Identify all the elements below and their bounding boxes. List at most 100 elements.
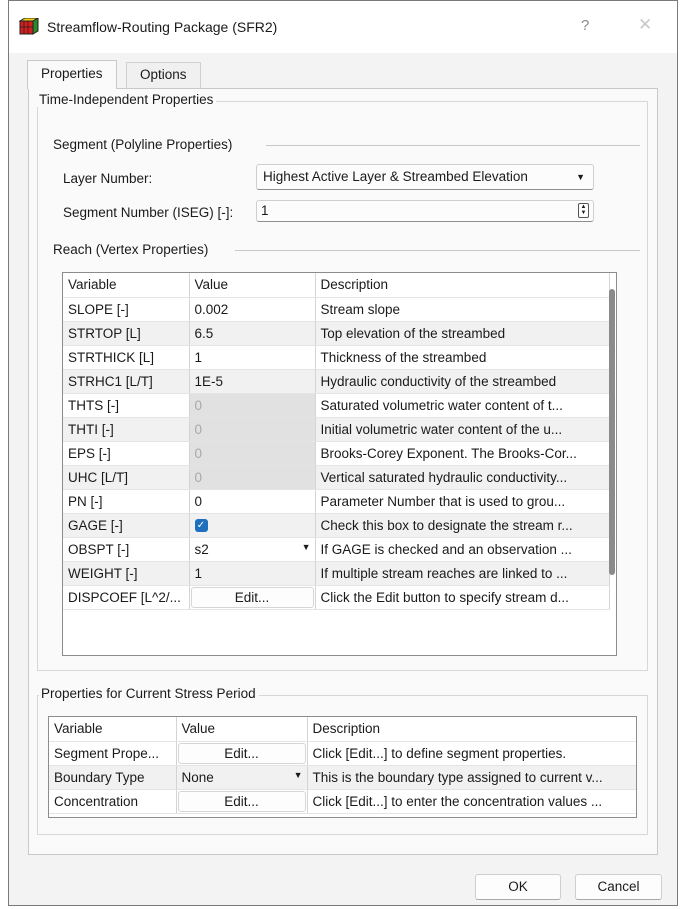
table-row[interactable]: UHC [L/T] 0 Vertical saturated hydraulic… [63, 465, 610, 490]
segment-number-value: 1 [261, 203, 269, 218]
table-row[interactable]: Segment Prope... Edit... Click [Edit...]… [49, 741, 636, 766]
column-header-value[interactable]: Value [176, 717, 308, 742]
time-independent-title: Time-Independent Properties [37, 92, 217, 107]
table-row[interactable]: THTS [-] 0 Saturated volumetric water co… [63, 393, 610, 418]
segment-number-spinbox[interactable]: 1 ▲ ▼ [256, 200, 594, 222]
checkmark-icon[interactable]: ✓ [194, 519, 208, 533]
column-header-description[interactable]: Description [315, 273, 610, 298]
table-row[interactable]: EPS [-] 0 Brooks-Corey Exponent. The Bro… [63, 441, 610, 466]
reach-separator [235, 250, 640, 251]
description-cell: Parameter Number that is used to grou... [315, 489, 610, 514]
ok-button[interactable]: OK [475, 874, 561, 900]
description-cell: Stream slope [315, 297, 610, 322]
description-cell: Check this box to designate the stream r… [315, 513, 610, 538]
tab-options[interactable]: Options [126, 62, 201, 88]
value-cell[interactable]: 0 [189, 489, 316, 514]
variable-cell: DISPCOEF [L^2/... [63, 585, 190, 610]
close-button[interactable]: ✕ [638, 15, 652, 35]
table-row[interactable]: GAGE [-] ✓ Check this box to designate t… [63, 513, 610, 538]
stress-period-table: Variable Value Description Segment Prope… [48, 716, 637, 818]
variable-cell: SLOPE [-] [63, 297, 190, 322]
description-cell: Click the Edit button to specify stream … [315, 585, 610, 610]
value-cell-disabled: 0 [189, 465, 316, 490]
description-cell: Thickness of the streambed [315, 345, 610, 370]
value-cell[interactable]: 1E-5 [189, 369, 316, 394]
value-cell[interactable]: 6.5 [189, 321, 316, 346]
app-icon [19, 18, 39, 35]
description-cell: Saturated volumetric water content of t.… [315, 393, 610, 418]
description-cell: Click [Edit...] to define segment proper… [307, 741, 636, 766]
variable-cell: STRTHICK [L] [63, 345, 190, 370]
value-cell-disabled: 0 [189, 393, 316, 418]
obspt-combo-cell[interactable]: s2 ▼ [189, 537, 316, 562]
obspt-combo-value: s2 [194, 541, 209, 557]
description-cell: Vertical saturated hydraulic conductivit… [315, 465, 610, 490]
table-row[interactable]: Concentration Edit... Click [Edit...] to… [49, 789, 636, 814]
description-cell: Initial volumetric water content of the … [315, 417, 610, 442]
column-header-variable[interactable]: Variable [63, 273, 190, 298]
help-button[interactable]: ? [581, 17, 589, 34]
dispcoef-edit-button[interactable]: Edit... [190, 586, 314, 608]
concentration-edit-button[interactable]: Edit... [177, 790, 306, 812]
segment-number-label: Segment Number (ISEG) [-]: [63, 205, 234, 220]
value-cell-disabled: 0 [189, 417, 316, 442]
concentration-value-cell: Edit... [176, 789, 308, 814]
description-cell: Brooks-Corey Exponent. The Brooks-Cor... [315, 441, 610, 466]
reach-table: Variable Value Description SLOPE [-] 0.0… [62, 272, 617, 656]
boundary-type-cell[interactable]: None ▼ [176, 765, 308, 790]
variable-cell: OBSPT [-] [63, 537, 190, 562]
window-title: Streamflow-Routing Package (SFR2) [47, 19, 278, 35]
boundary-type-combo[interactable]: None ▼ [182, 770, 307, 785]
table-row[interactable]: DISPCOEF [L^2/... Edit... Click the Edit… [63, 585, 610, 610]
variable-cell: STRTOP [L] [63, 321, 190, 346]
variable-cell: PN [-] [63, 489, 190, 514]
value-cell[interactable]: 1 [189, 561, 316, 586]
value-cell[interactable]: 1 [189, 345, 316, 370]
chevron-down-icon: ▼ [293, 769, 303, 780]
layer-number-value: Highest Active Layer & Streambed Elevati… [263, 169, 528, 184]
stress-period-grid: Variable Value Description Segment Prope… [49, 717, 636, 814]
table-row[interactable]: Boundary Type None ▼ This is the boundar… [49, 765, 636, 790]
table-row[interactable]: STRTOP [L] 6.5 Top elevation of the stre… [63, 321, 610, 346]
chevron-down-icon: ▼ [301, 541, 311, 552]
reach-table-scrollbar[interactable] [609, 289, 615, 575]
variable-cell: THTS [-] [63, 393, 190, 418]
table-row[interactable]: OBSPT [-] s2 ▼ If GAGE is checked and an… [63, 537, 610, 562]
description-cell: Top elevation of the streambed [315, 321, 610, 346]
sfr2-dialog: Streamflow-Routing Package (SFR2) ? ✕ Pr… [8, 0, 678, 906]
description-cell: If GAGE is checked and an observation ..… [315, 537, 610, 562]
variable-cell: WEIGHT [-] [63, 561, 190, 586]
value-cell[interactable]: 0.002 [189, 297, 316, 322]
table-row[interactable]: STRTHICK [L] 1 Thickness of the streambe… [63, 345, 610, 370]
variable-cell: Boundary Type [49, 765, 177, 790]
layer-number-combo[interactable]: Highest Active Layer & Streambed Elevati… [256, 164, 594, 190]
obspt-combo[interactable]: s2 ▼ [195, 542, 315, 557]
properties-panel: Time-Independent Properties Segment (Pol… [28, 88, 658, 855]
column-header-value[interactable]: Value [189, 273, 316, 298]
column-header-description[interactable]: Description [307, 717, 636, 742]
stress-period-title: Properties for Current Stress Period [39, 686, 259, 701]
tab-properties[interactable]: Properties [27, 60, 117, 89]
table-row[interactable]: THTI [-] 0 Initial volumetric water cont… [63, 417, 610, 442]
dispcoef-value-cell: Edit... [189, 585, 316, 610]
spin-arrows-icon[interactable]: ▲ ▼ [578, 203, 589, 218]
table-row[interactable]: PN [-] 0 Parameter Number that is used t… [63, 489, 610, 514]
reach-header-row: Variable Value Description [63, 273, 610, 298]
value-cell-disabled: 0 [189, 441, 316, 466]
segment-properties-edit-button[interactable]: Edit... [177, 742, 306, 764]
segment-separator [266, 145, 640, 146]
variable-cell: STRHC1 [L/T] [63, 369, 190, 394]
reach-grid: Variable Value Description SLOPE [-] 0.0… [63, 273, 610, 610]
chevron-down-icon: ▼ [576, 172, 585, 182]
table-row[interactable]: SLOPE [-] 0.002 Stream slope [63, 297, 610, 322]
gage-value-cell[interactable]: ✓ [189, 513, 316, 538]
cancel-button[interactable]: Cancel [575, 874, 662, 900]
description-cell: If multiple stream reaches are linked to… [315, 561, 610, 586]
variable-cell: UHC [L/T] [63, 465, 190, 490]
reach-section-title: Reach (Vertex Properties) [53, 242, 209, 257]
segment-section-title: Segment (Polyline Properties) [53, 137, 233, 152]
table-row[interactable]: STRHC1 [L/T] 1E-5 Hydraulic conductivity… [63, 369, 610, 394]
column-header-variable[interactable]: Variable [49, 717, 177, 742]
table-row[interactable]: WEIGHT [-] 1 If multiple stream reaches … [63, 561, 610, 586]
description-cell: Click [Edit...] to enter the concentrati… [307, 789, 636, 814]
